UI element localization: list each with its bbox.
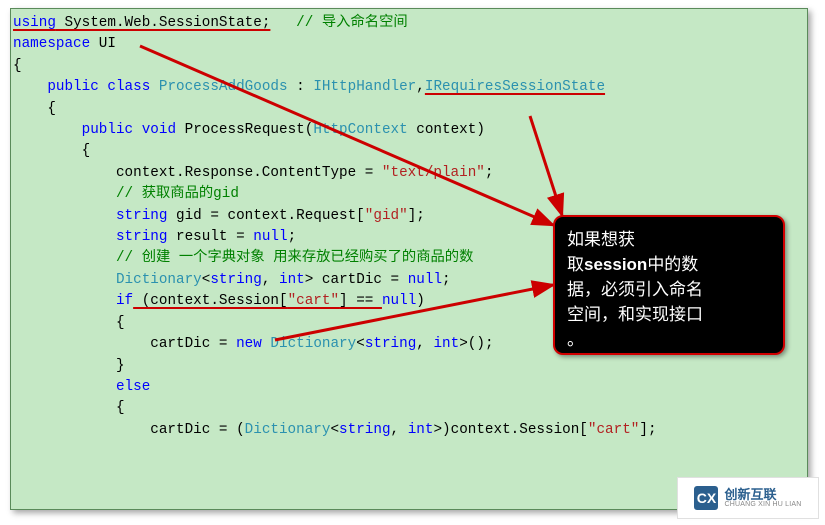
code-l20a: cartDic = ( [13,422,245,438]
code-l14b: ] == [339,293,382,309]
code-null-1: null [253,229,287,245]
code-namespace-name: UI [90,36,116,52]
code-else: else [13,379,150,395]
code-line-8a: context.Response.ContentType = [13,165,382,181]
code-semi-3: ; [442,272,451,288]
code-brace: { [13,400,125,416]
code-comma-3: , [416,336,433,352]
logo-py: CHUANG XIN HU LIAN [724,501,801,508]
code-str-kw-3: string [339,422,390,438]
callout-line-3: 据，必须引入命名 [567,277,771,302]
code-using-ns: System.Web.SessionState; [56,15,271,31]
code-l11a: result = [167,229,253,245]
code-string-cart-2: "cart" [588,422,639,438]
code-class-name: ProcessAddGoods [150,79,287,95]
callout-line-5: 。 [567,327,771,352]
code-dict-type-1: Dictionary [13,272,202,288]
code-namespace-kw: namespace [13,36,90,52]
callout-t1: 如果想获 [567,230,635,249]
code-param-rest: context) [408,122,485,138]
callout-session-bold: session [584,255,647,274]
callout-line-2: 取session中的数 [567,252,771,277]
code-l14a: (context.Session[ [133,293,287,309]
code-string-textplain: "text/plain" [382,165,485,181]
code-int-kw: int [279,272,305,288]
code-comma-4: , [391,422,408,438]
code-l10b: ]; [408,208,425,224]
code-l16a: cartDic = [13,336,236,352]
code-interface-2: IRequiresSessionState [425,79,605,95]
code-brace: { [13,101,56,117]
code-int-kw-2: int [433,336,459,352]
code-interface-1: IHttpHandler [313,79,416,95]
code-l16d: >(); [459,336,493,352]
code-string-kw-2: string [13,229,167,245]
code-semi: ; [485,165,494,181]
code-public-1: public [13,79,99,95]
code-dict-type-2: Dictionary [270,336,356,352]
code-l20e: ]; [639,422,656,438]
code-comment-dict: // 创建 一个字典对象 用来存放已经购买了的商品的数 [13,250,473,266]
logo-text: 创新互联 CHUANG XIN HU LIAN [724,488,801,508]
code-comma-2: , [262,272,279,288]
code-param-type: HttpContext [313,122,407,138]
code-comment-1: // 导入命名空间 [270,15,407,31]
code-comment-gid: // 获取商品的gid [13,186,239,202]
code-new: new [236,336,262,352]
code-public-2: public [13,122,133,138]
code-null-2: null [408,272,442,288]
code-int-kw-3: int [408,422,434,438]
code-lt-2: < [356,336,365,352]
code-class-kw: class [99,79,150,95]
code-comma: , [416,79,425,95]
code-brace: { [13,58,22,74]
logo-cn: 创新互联 [724,488,801,501]
code-lt-3: < [330,422,339,438]
watermark-logo: CX 创新互联 CHUANG XIN HU LIAN [677,477,819,519]
code-string-cart-1: "cart" [288,293,339,309]
code-paren: ) [416,293,425,309]
code-str-kw: string [210,272,261,288]
callout-t2a: 取 [567,255,584,274]
code-colon: : [288,79,314,95]
code-void: void [133,122,176,138]
code-l20d: >)context.Session[ [433,422,587,438]
code-method-name: ProcessRequest( [176,122,313,138]
code-using-kw: using [13,15,56,31]
code-str-kw-2: string [365,336,416,352]
code-brace: { [13,143,90,159]
code-string-kw-1: string [13,208,167,224]
code-semi-2: ; [288,229,297,245]
code-dict-type-3: Dictionary [245,422,331,438]
code-if: if [13,293,133,309]
callout-line-4: 空间，和实现接口 [567,302,771,327]
code-l13c: > cartDic = [305,272,408,288]
callout-box: 如果想获 取session中的数 据，必须引入命名 空间，和实现接口 。 [553,215,785,355]
code-brace: { [13,315,125,331]
code-l10a: gid = context.Request[ [167,208,364,224]
callout-line-1: 如果想获 [567,227,771,252]
code-null-3: null [382,293,416,309]
code-brace: } [13,358,125,374]
code-string-gid: "gid" [365,208,408,224]
logo-k-icon: CX [694,486,718,510]
callout-t2c: 中的数 [647,255,698,274]
